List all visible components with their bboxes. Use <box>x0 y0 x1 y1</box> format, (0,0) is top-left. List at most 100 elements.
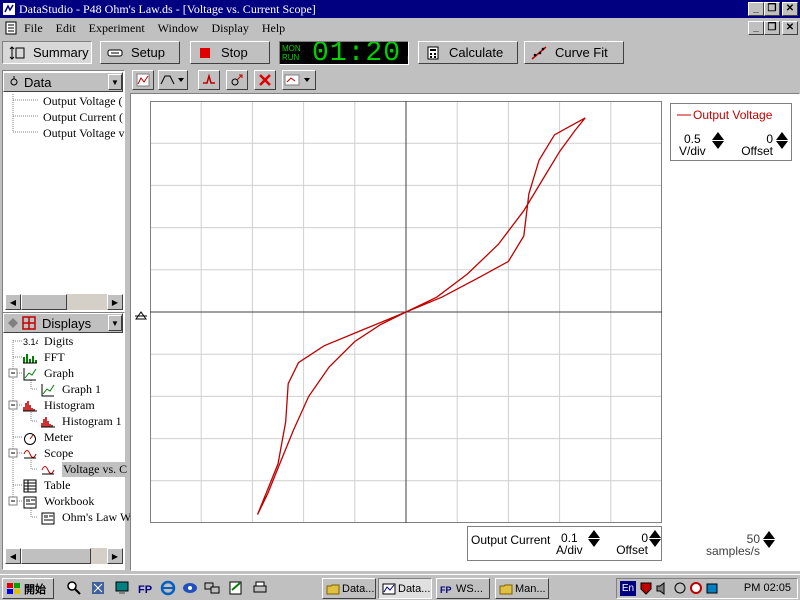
display-item-graph[interactable]: Graph <box>44 366 74 381</box>
display-item-digits[interactable]: Digits <box>44 334 73 349</box>
add-data-button[interactable] <box>226 70 248 90</box>
internet-explorer-icon[interactable] <box>160 580 176 596</box>
x-scale-spinner[interactable] <box>588 530 600 547</box>
y-offset-down-arrow-icon[interactable] <box>776 141 788 149</box>
displays-scroll-left-icon[interactable]: ◀ <box>5 548 21 564</box>
sample-rate-up-arrow-icon[interactable] <box>763 531 775 539</box>
menu-edit[interactable]: Edit <box>56 21 76 36</box>
display-item-table[interactable]: Table <box>44 478 70 493</box>
display-item-fft[interactable]: FFT <box>44 350 65 365</box>
displays-panel-header[interactable]: Displays ▼ <box>3 313 123 333</box>
trigger-level-marker-icon[interactable] <box>134 310 148 322</box>
ftp-icon[interactable]: FP <box>138 580 154 596</box>
network-icon[interactable] <box>90 580 106 596</box>
displays-grip-icon <box>4 317 22 329</box>
datastudio-app-icon[interactable] <box>2 2 16 16</box>
restore-button[interactable]: ❐ <box>764 2 780 16</box>
trigger-icon <box>160 75 184 85</box>
task-ws[interactable]: FP WS... <box>436 578 490 599</box>
task-datastudio-2[interactable]: Data... <box>378 578 432 599</box>
displays-scroll-right-icon[interactable]: ▶ <box>107 548 123 564</box>
language-indicator[interactable]: En <box>620 581 636 596</box>
document-icon[interactable] <box>4 21 18 35</box>
settings-dropdown-button[interactable] <box>282 70 316 90</box>
x-offset-down-arrow-icon[interactable] <box>649 539 661 547</box>
delete-x-icon <box>259 74 271 86</box>
sample-rate-down-arrow-icon[interactable] <box>763 540 775 548</box>
volume-icon[interactable] <box>655 581 669 596</box>
network-neighborhood-icon[interactable] <box>204 580 220 596</box>
display-item-ohm-s-law-w[interactable]: Ohm's Law W <box>62 510 131 525</box>
x-axis-legend[interactable]: Output Current 0.1 A/div 0 Offset <box>467 526 662 561</box>
trigger-button[interactable] <box>158 70 188 90</box>
setup-button[interactable]: Setup <box>100 41 180 64</box>
display-item-workbook[interactable]: Workbook <box>44 494 94 509</box>
settings-icon <box>284 74 310 86</box>
x-offset-spinner[interactable] <box>649 530 661 547</box>
scope-plot[interactable] <box>150 101 662 523</box>
x-scale-down-arrow-icon[interactable] <box>588 539 600 547</box>
printer-icon[interactable] <box>252 580 268 596</box>
window-title: DataStudio - P48 Ohm's Law.ds - [Voltage… <box>19 1 316 16</box>
notepad-icon[interactable] <box>228 580 244 596</box>
menu-window[interactable]: Window <box>158 21 199 36</box>
scroll-thumb[interactable] <box>21 294 67 310</box>
x-offset-up-arrow-icon[interactable] <box>649 530 661 538</box>
search-icon[interactable] <box>66 580 82 596</box>
displays-scroll-thumb[interactable] <box>21 548 91 564</box>
display-item-scope[interactable]: Scope <box>44 446 73 461</box>
displays-dropdown-arrow-icon[interactable]: ▼ <box>108 315 122 331</box>
stop-button[interactable]: Stop <box>190 41 270 64</box>
outlook-icon[interactable] <box>182 580 198 596</box>
summary-button[interactable]: Summary <box>2 41 92 64</box>
antivirus-icon[interactable] <box>639 581 653 596</box>
tray-app-icon-1[interactable] <box>673 581 687 596</box>
child-restore-button[interactable]: ❐ <box>764 21 780 35</box>
menu-help[interactable]: Help <box>262 21 285 36</box>
y-scale-up-arrow-icon[interactable] <box>712 132 724 140</box>
menu-experiment[interactable]: Experiment <box>89 21 145 36</box>
displays-horizontal-scrollbar[interactable]: ◀ ▶ <box>5 548 123 564</box>
data-panel-header[interactable]: Data ▼ <box>3 72 123 92</box>
child-close-button[interactable]: ✕ <box>782 21 798 35</box>
y-scale-down-arrow-icon[interactable] <box>712 141 724 149</box>
scroll-left-icon[interactable]: ◀ <box>5 294 21 310</box>
display-item-histogram[interactable]: Histogram <box>44 398 95 413</box>
svg-text:FP: FP <box>138 584 152 596</box>
tray-app-icon-3[interactable] <box>705 581 719 596</box>
task-manual[interactable]: Man... <box>495 578 549 599</box>
x-scale-up-arrow-icon[interactable] <box>588 530 600 538</box>
scroll-right-icon[interactable]: ▶ <box>107 294 123 310</box>
task-datastudio-1[interactable]: Data... <box>322 578 376 599</box>
calculate-button[interactable]: Calculate <box>418 41 518 64</box>
data-dropdown-arrow-icon[interactable]: ▼ <box>108 74 122 90</box>
display-item-meter[interactable]: Meter <box>44 430 73 445</box>
folder-open-icon <box>499 584 513 594</box>
display-item-voltage-vs-c[interactable]: Voltage vs. C <box>62 462 129 477</box>
y-offset-spinner[interactable] <box>776 132 788 149</box>
display-item-graph-1[interactable]: Graph 1 <box>62 382 101 397</box>
tray-app-icon-2[interactable] <box>689 581 703 596</box>
scale-to-fit-button[interactable] <box>132 70 154 90</box>
curve-fit-button[interactable]: Curve Fit <box>524 41 624 64</box>
desktop-icon[interactable] <box>114 580 130 596</box>
remove-data-button[interactable] <box>254 70 276 90</box>
display-item-histogram-1[interactable]: Histogram 1 <box>62 414 122 429</box>
data-item-output-voltage[interactable]: Output Voltage ( <box>43 94 123 109</box>
start-button[interactable]: 開始 <box>2 578 54 599</box>
smart-tool-button[interactable] <box>198 70 220 90</box>
y-offset-up-arrow-icon[interactable] <box>776 132 788 140</box>
child-minimize-button[interactable]: _ <box>748 21 764 35</box>
y-scale-spinner[interactable] <box>712 132 724 149</box>
y-axis-legend[interactable]: Output Voltage 0.5 V/div 0 Offset <box>670 103 792 161</box>
data-item-voltage-vs-current[interactable]: Output Voltage v <box>43 126 125 141</box>
data-item-output-current[interactable]: Output Current ( <box>43 110 123 125</box>
menu-display[interactable]: Display <box>212 21 249 36</box>
data-horizontal-scrollbar[interactable]: ◀ ▶ <box>5 294 123 310</box>
minimize-button[interactable]: _ <box>748 2 764 16</box>
meter-icon <box>24 433 36 445</box>
sample-rate-spinner[interactable] <box>763 531 775 548</box>
close-button[interactable]: ✕ <box>782 2 798 16</box>
add-data-icon <box>231 74 243 86</box>
menu-file[interactable]: File <box>24 21 43 36</box>
